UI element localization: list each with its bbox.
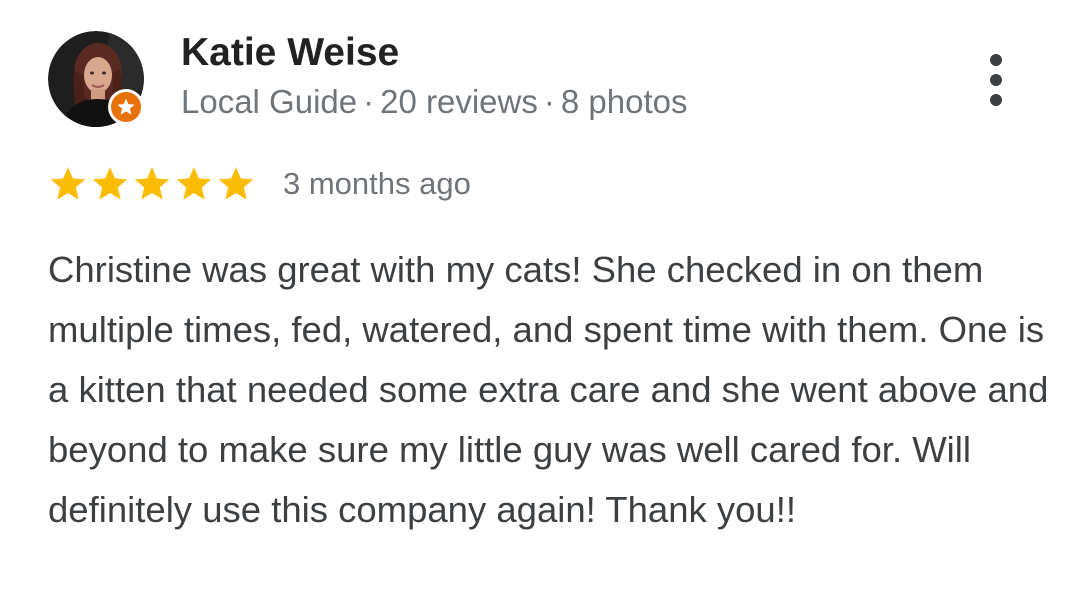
star-icon	[176, 167, 212, 200]
review-card: Katie Weise Local Guide · 20 reviews · 8 pho…	[0, 0, 1080, 615]
star-icon	[50, 167, 86, 200]
rating-row: 3 months ago	[48, 160, 471, 208]
review-date: 3 months ago	[283, 166, 471, 201]
local-guide-badge	[108, 89, 144, 125]
star-icon	[218, 167, 254, 200]
more-dot	[990, 74, 1002, 86]
reviewer-name[interactable]: Katie Weise	[181, 30, 399, 76]
meta-separator: ·	[363, 83, 375, 120]
reviewer-meta: Local Guide · 20 reviews · 8 photos	[181, 82, 687, 122]
review-text: Christine was great with my cats! She ch…	[48, 249, 1049, 530]
more-dot	[990, 54, 1002, 66]
avatar[interactable]	[48, 31, 144, 127]
more-vert-icon[interactable]	[972, 48, 1020, 112]
meta-separator: ·	[543, 83, 555, 120]
star-icon	[134, 167, 170, 200]
reviewer-review-count: 20 reviews	[380, 83, 538, 120]
more-dot	[990, 94, 1002, 106]
local-guide-badge-icon	[111, 92, 141, 122]
star-icon	[92, 167, 128, 200]
reviewer-photo-count: 8 photos	[560, 83, 688, 120]
reviewer-level: Local Guide	[181, 83, 358, 120]
star-rating	[48, 164, 256, 204]
